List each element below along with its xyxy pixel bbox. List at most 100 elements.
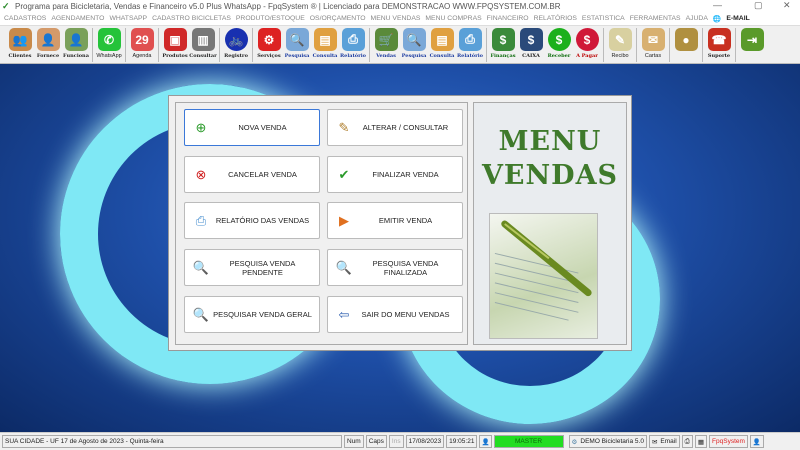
menu-item-menu-vendas[interactable]: MENU VENDAS [371, 15, 421, 22]
alterar-consultar-button[interactable]: ✎ ALTERAR / CONSULTAR [327, 109, 463, 146]
printer-icon: ⎙ [195, 212, 207, 228]
toolbar-label: Relatório [457, 53, 483, 59]
toolbar-separator [252, 28, 253, 62]
menu-item-estatistica[interactable]: ESTATISTICA [582, 15, 625, 22]
toolbar-button-whatsapp[interactable]: ✆ WhatsApp [95, 26, 123, 62]
toolbar-button-coins[interactable]: ● [672, 26, 700, 62]
button-label: RELATÓRIO DAS VENDAS [215, 216, 310, 225]
user-icon-2: 👤 [749, 435, 764, 448]
menu-item-produto-estoque[interactable]: PRODUTO/ESTOQUE [236, 15, 305, 22]
menu-banner: MENU VENDAS [473, 102, 627, 345]
menu-item-whatsapp[interactable]: WHATSAPP [109, 15, 147, 22]
toolbar-button-receber[interactable]: $ Receber [545, 26, 573, 62]
cancelar-venda-button[interactable]: ⊗ CANCELAR VENDA [184, 156, 320, 193]
toolbar-label: Consulta [429, 53, 455, 59]
menu-item-agendamento[interactable]: AGENDAMENTO [51, 15, 104, 22]
finance-icon: $ [491, 28, 515, 51]
toolbar-button-pesquisa[interactable]: 🔍 Pesquisa [283, 26, 311, 62]
toolbar-button-suporte[interactable]: ☎ Suporte [705, 26, 733, 62]
user-icon: 👤 [479, 435, 492, 448]
menu-item-ajuda[interactable]: AJUDA [686, 15, 708, 22]
toolbar-label: Pesquisa [284, 53, 310, 59]
toolbar-label: Consultar [189, 53, 217, 59]
toolbar-label: Finanças [490, 53, 516, 59]
pesquisar-venda-geral-button[interactable]: 🔍 PESQUISAR VENDA GERAL [184, 296, 320, 333]
toolbar-button-consultar[interactable]: ▥ Consultar [189, 26, 217, 62]
menu-bar: CADASTROS AGENDAMENTO WHATSAPP CADASTRO BIC… [0, 12, 800, 25]
button-label: PESQUISA VENDA PENDENTE [229, 258, 296, 277]
menu-item-relat-rios[interactable]: RELATÓRIOS [534, 15, 577, 22]
toolbar-button-registro[interactable]: 🚲 Registro [222, 26, 250, 62]
toolbar-button-clientes[interactable]: 👥 Clientes [6, 26, 34, 62]
toolbar-separator [735, 28, 736, 62]
toolbar-button-vendas[interactable]: 🛒 Vendas [372, 26, 400, 62]
globe-icon: 🌐 [712, 15, 722, 23]
exit-icon: ⇦ [338, 306, 350, 322]
check-document-icon: ✔ [338, 166, 350, 182]
folder-icon: ▤ [313, 28, 337, 51]
email-button[interactable]: ✉ Email [648, 435, 680, 448]
toolbar-separator [369, 28, 370, 62]
pesquisa-venda-finalizada-button[interactable]: 🔍 PESQUISA VENDA FINALIZADA [327, 249, 463, 286]
search-finished-icon: 🔍 [335, 259, 353, 275]
menu-item-ferramentas[interactable]: FERRAMENTAS [630, 15, 681, 22]
calculator-icon[interactable]: ▦ [694, 435, 708, 448]
menu-item-cadastros[interactable]: CADASTROS [4, 15, 46, 22]
toolbar-button-produtos[interactable]: ▣ Produtos [161, 26, 189, 62]
relat-rio-das-vendas-button[interactable]: ⎙ RELATÓRIO DAS VENDAS [184, 202, 320, 239]
close-button[interactable]: ✕ [783, 0, 791, 11]
toolbar-button-fornece[interactable]: 👤 Fornece [34, 26, 62, 62]
menu-item-cadastro-bicicletas[interactable]: CADASTRO BICICLETAS [152, 15, 231, 22]
toolbar-button-exit-door[interactable]: ⇥ [738, 26, 766, 62]
toolbar-button-caixa[interactable]: $ CAIXA [517, 26, 545, 62]
toolbar-button-funciona[interactable]: 👤 Funciona [62, 26, 90, 62]
toolbar-button-cartas[interactable]: ✉ Cartas [639, 26, 667, 62]
pesquisa-venda-pendente-button[interactable]: 🔍 PESQUISA VENDA PENDENTE [184, 249, 320, 286]
status-user: MASTER [493, 435, 564, 448]
bike-icon: ⚙ [571, 438, 578, 446]
cancel-document-icon: ⊗ [195, 166, 207, 182]
barcode-icon: ▥ [191, 28, 215, 51]
toolbar-button-agenda[interactable]: 29 Agenda [128, 26, 156, 62]
pay-money-icon: $ [575, 28, 599, 51]
toolbar-separator [158, 28, 159, 62]
toolbar-label: Clientes [8, 53, 32, 59]
minimize-button[interactable]: — [713, 0, 722, 10]
status-brand: FpqSystem [709, 435, 748, 448]
menu-item-os-or-amento[interactable]: OS/ORÇAMENTO [310, 15, 366, 22]
toolbar-button-pesquisa[interactable]: 🔍 Pesquisa [400, 26, 428, 62]
button-label: FINALIZAR VENDA [372, 170, 439, 179]
new-document-icon: ⊕ [195, 119, 207, 135]
toolbar-button-servi-os[interactable]: ⚙ Serviços [255, 26, 283, 62]
status-time: 19:05:21 [446, 435, 478, 448]
button-label: PESQUISAR VENDA GERAL [213, 310, 312, 319]
toolbar-label: Pesquisa [401, 53, 427, 59]
coins-icon: ● [674, 28, 698, 51]
calendar-icon: 29 [130, 28, 154, 51]
toolbar-button-consulta[interactable]: ▤ Consulta [428, 26, 456, 62]
menu-item-menu-compras[interactable]: MENU COMPRAS [425, 15, 481, 22]
toolbar-button-consulta[interactable]: ▤ Consulta [311, 26, 339, 62]
emit-icon: ▶ [339, 212, 349, 228]
menu-item-e-mail[interactable]: E-MAIL [726, 15, 749, 22]
receive-money-icon: $ [547, 28, 571, 51]
status-num: Num [344, 435, 364, 448]
sair-do-menu-vendas-button[interactable]: ⇦ SAIR DO MENU VENDAS [327, 296, 463, 333]
nova-venda-button[interactable]: ⊕ NOVA VENDA [184, 109, 320, 146]
printer-icon[interactable]: ⎙ [681, 435, 693, 448]
toolbar-separator [486, 28, 487, 62]
finalizar-venda-button[interactable]: ✔ FINALIZAR VENDA [327, 156, 463, 193]
toolbar-label: Receber [547, 53, 571, 59]
products-icon: ▣ [163, 28, 187, 51]
toolbar-button-finan-as[interactable]: $ Finanças [489, 26, 517, 62]
menu-item-financeiro[interactable]: FINANCEIRO [487, 15, 529, 22]
toolbar-button-recibo[interactable]: ✎ Recibo [606, 26, 634, 62]
emitir-venda-button[interactable]: ▶ EMITIR VENDA [327, 202, 463, 239]
toolbar-button-a-pagar[interactable]: $ A Pagar [573, 26, 601, 62]
search-general-icon: 🔍 [192, 306, 210, 322]
maximize-button[interactable]: ▢ [754, 0, 763, 11]
status-caps: Caps [365, 435, 387, 448]
toolbar-button-relat-rio[interactable]: ⎙ Relatório [456, 26, 484, 62]
toolbar-button-relat-rio[interactable]: ⎙ Relatório [339, 26, 367, 62]
menu-title: MENU VENDAS [474, 125, 626, 193]
